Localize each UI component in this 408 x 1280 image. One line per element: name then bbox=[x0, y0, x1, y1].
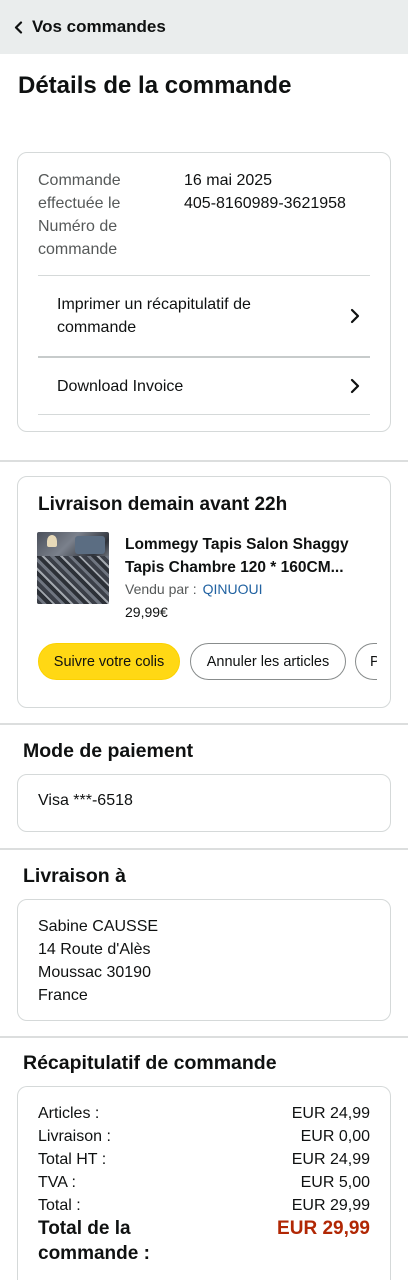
section-separator bbox=[0, 460, 408, 462]
product-image-lamp bbox=[47, 535, 57, 547]
track-package-button[interactable]: Suivre votre colis bbox=[38, 643, 180, 680]
print-summary-label: Imprimer un récapitulatif de commande bbox=[57, 293, 251, 339]
order-number-label-2: commande bbox=[38, 241, 118, 258]
recipient-name: Sabine CAUSSE bbox=[38, 918, 159, 935]
summary-row: TVA : EUR 5,00 bbox=[38, 1171, 370, 1194]
section-separator bbox=[0, 1036, 408, 1038]
order-number-label: Numéro de bbox=[38, 218, 118, 235]
sold-by-label: Vendu par : bbox=[125, 581, 197, 597]
seller-link[interactable]: QINUOUI bbox=[203, 581, 263, 597]
product-title-line-1: Lommegy Tapis Salon Shaggy bbox=[125, 536, 349, 553]
cancel-items-button[interactable]: Annuler les articles bbox=[190, 643, 346, 680]
payment-card: Visa ***-6518 bbox=[17, 774, 391, 832]
order-info-card: Commande effectuée le Numéro de commande… bbox=[17, 152, 391, 432]
order-total-value: EUR 29,99 bbox=[277, 1218, 370, 1239]
payment-heading: Mode de paiement bbox=[23, 740, 194, 762]
street-address: 14 Route d'Alès bbox=[38, 941, 151, 958]
product-title-line-2: Tapis Chambre 120 * 160CM... bbox=[125, 559, 344, 576]
order-info-values: 16 mai 2025 405-8160989-3621958 bbox=[184, 169, 346, 261]
download-invoice-label: Download Invoice bbox=[57, 377, 184, 395]
chevron-right-icon bbox=[350, 378, 360, 394]
order-date-label: Commande bbox=[38, 172, 121, 189]
summary-row: Total : EUR 29,99 bbox=[38, 1194, 370, 1217]
section-separator bbox=[0, 723, 408, 725]
page-title: Détails de la commande bbox=[18, 72, 292, 99]
summary-label: Articles : bbox=[38, 1105, 100, 1122]
shipping-heading: Livraison à bbox=[23, 865, 126, 887]
order-info-row: Commande effectuée le Numéro de commande… bbox=[38, 169, 346, 261]
city-postal: Moussac 30190 bbox=[38, 964, 151, 981]
summary-row: Total HT : EUR 24,99 bbox=[38, 1148, 370, 1171]
order-date: 16 mai 2025 bbox=[184, 172, 273, 189]
summary-label: Total : bbox=[38, 1197, 81, 1214]
summary-value: EUR 5,00 bbox=[300, 1174, 370, 1191]
print-summary-link[interactable]: Imprimer un récapitulatif de commande bbox=[38, 276, 370, 356]
order-total-row: Total de la commande : EUR 29,99 bbox=[38, 1216, 370, 1266]
chevron-left-icon[interactable] bbox=[14, 20, 23, 34]
print-summary-line-1: Imprimer un récapitulatif de bbox=[57, 296, 251, 313]
summary-label: Livraison : bbox=[38, 1128, 111, 1145]
order-number: 405-8160989-3621958 bbox=[184, 195, 346, 212]
download-invoice-link[interactable]: Download Invoice bbox=[38, 358, 370, 414]
sold-by: Vendu par : QINUOUI bbox=[125, 581, 263, 597]
product-image-sofa bbox=[75, 536, 105, 554]
top-bar: Vos commandes bbox=[0, 0, 408, 54]
summary-value: EUR 0,00 bbox=[300, 1128, 370, 1145]
summary-value: EUR 29,99 bbox=[291, 1197, 370, 1214]
delivery-heading: Livraison demain avant 22h bbox=[38, 494, 288, 515]
summary-value: EUR 24,99 bbox=[291, 1105, 370, 1122]
product-image[interactable] bbox=[37, 532, 109, 604]
more-actions-button[interactable]: P bbox=[355, 643, 377, 680]
summary-row: Livraison : EUR 0,00 bbox=[38, 1125, 370, 1148]
product-price: 29,99€ bbox=[125, 604, 168, 620]
shipping-address-card: Sabine CAUSSE 14 Route d'Alès Moussac 30… bbox=[17, 899, 391, 1021]
order-info-labels: Commande effectuée le Numéro de commande bbox=[38, 169, 184, 261]
summary-heading: Récapitulatif de commande bbox=[23, 1052, 277, 1074]
print-summary-line-2: commande bbox=[57, 319, 137, 336]
shipping-address: Sabine CAUSSE 14 Route d'Alès Moussac 30… bbox=[38, 915, 158, 1007]
summary-label: Total HT : bbox=[38, 1151, 107, 1168]
product-image-rug bbox=[37, 556, 109, 604]
summary-value: EUR 24,99 bbox=[291, 1151, 370, 1168]
divider bbox=[38, 414, 370, 415]
summary-row: Articles : EUR 24,99 bbox=[38, 1102, 370, 1125]
delivery-card: Livraison demain avant 22h Lommegy Tapis… bbox=[17, 476, 391, 708]
payment-method: Visa ***-6518 bbox=[38, 792, 133, 809]
summary-label: TVA : bbox=[38, 1174, 76, 1191]
product-title[interactable]: Lommegy Tapis Salon Shaggy Tapis Chambre… bbox=[125, 533, 375, 579]
back-to-orders-link[interactable]: Vos commandes bbox=[32, 17, 166, 37]
order-summary-card: Articles : EUR 24,99 Livraison : EUR 0,0… bbox=[17, 1086, 391, 1280]
order-total-label: Total de la commande : bbox=[38, 1218, 150, 1264]
country: France bbox=[38, 987, 88, 1004]
order-date-label-2: effectuée le bbox=[38, 195, 121, 212]
section-separator bbox=[0, 848, 408, 850]
chevron-right-icon bbox=[350, 308, 360, 324]
